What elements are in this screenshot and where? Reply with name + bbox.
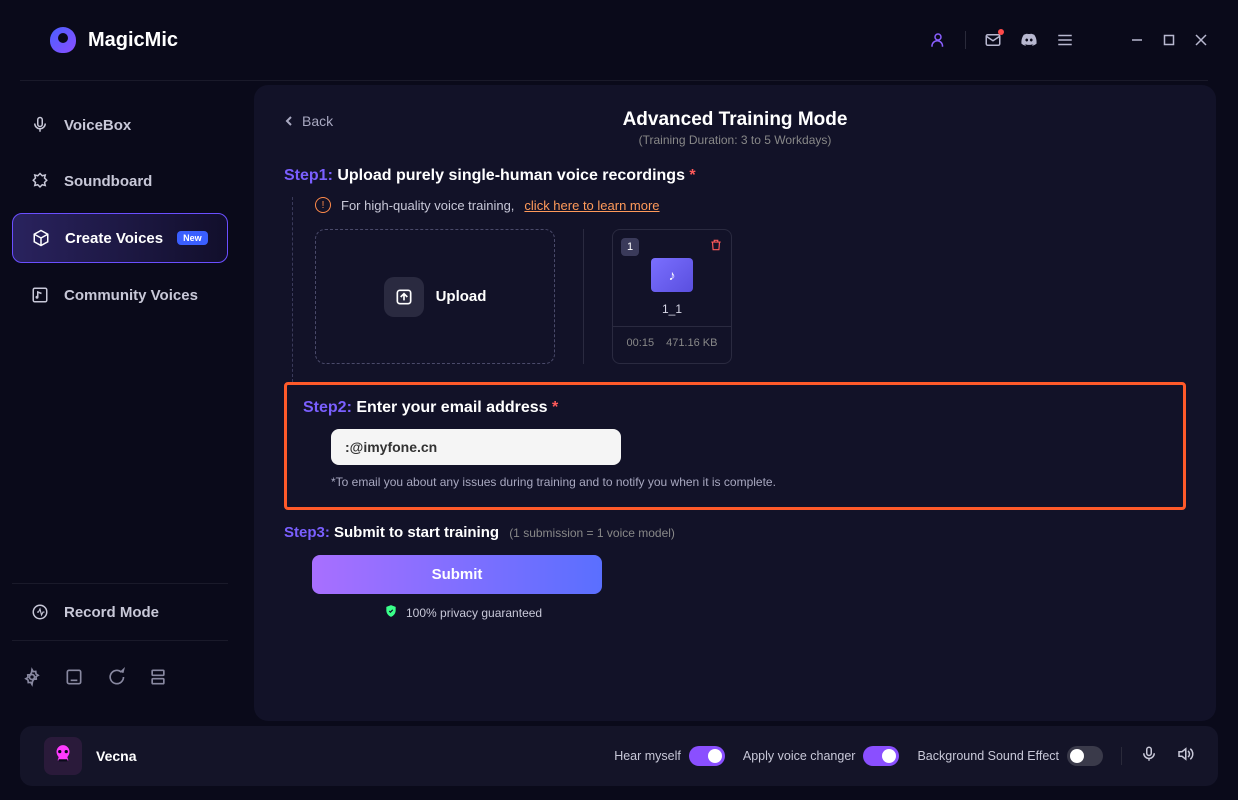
discord-icon[interactable] [1020,31,1038,49]
privacy-note: 100% privacy guaranteed [384,604,1186,621]
upload-row: Upload 1 1_1 00:15 471.16 KB [315,229,1186,364]
close-button[interactable] [1194,33,1208,47]
file-index: 1 [621,238,639,256]
main-panel: Back Advanced Training Mode (Training Du… [254,85,1216,721]
notification-dot [998,29,1004,35]
step3-prefix: Step3: [284,524,334,541]
menu-icon[interactable] [1056,31,1074,49]
email-note: *To email you about any issues during tr… [331,475,1167,489]
panel-subtitle: (Training Duration: 3 to 5 Workdays) [284,133,1186,147]
notes-icon[interactable] [64,667,84,687]
logo-icon [50,27,76,53]
sidebar-item-community-voices[interactable]: Community Voices [12,271,228,319]
upload-icon [384,277,424,317]
new-badge: New [177,231,208,245]
sidebar-item-record-mode[interactable]: Record Mode [12,588,228,636]
required-marker: * [552,399,558,416]
bottombar: Vecna Hear myself Apply voice changer Ba… [20,726,1218,786]
cube-icon [31,228,51,248]
step1-title: Step1: Upload purely single-human voice … [284,167,1186,185]
file-thumbnail-icon [651,258,693,292]
mic-icon[interactable] [1140,745,1158,768]
hear-myself-label: Hear myself [614,749,681,763]
panel-title: Advanced Training Mode [284,109,1186,131]
sidebar-item-label: Soundboard [64,173,152,190]
sidebar-item-create-voices[interactable]: Create Voices New [12,213,228,263]
maximize-button[interactable] [1162,33,1176,47]
logo-area: MagicMic [50,27,178,53]
hear-myself-group: Hear myself [614,746,725,766]
user-icon[interactable] [929,31,947,49]
back-button[interactable]: Back [284,113,333,129]
panel-header: Back Advanced Training Mode (Training Du… [284,109,1186,147]
apply-voice-changer-label: Apply voice changer [743,749,856,763]
record-icon [30,602,50,622]
step3-text: Submit to start training [334,524,499,541]
file-card: 1 1_1 00:15 471.16 KB [612,229,732,364]
sidebar: VoiceBox Soundboard Create Voices New Co… [0,81,240,721]
sidebar-item-soundboard[interactable]: Soundboard [12,157,228,205]
file-meta: 00:15 471.16 KB [613,326,731,349]
chat-icon[interactable] [106,667,126,687]
step3-title: Step3: Submit to start training (1 submi… [284,524,1186,541]
sidebar-item-label: Create Voices [65,230,163,247]
topbar-right [929,31,1208,49]
submit-button[interactable]: Submit [312,555,602,594]
divider [965,31,966,49]
topbar: MagicMic [0,0,1238,80]
step2-highlight: Step2: Enter your email address * *To em… [284,382,1186,510]
hear-myself-toggle[interactable] [689,746,725,766]
step2-title: Step2: Enter your email address * [303,399,1167,417]
file-name: 1_1 [621,302,723,316]
back-label: Back [302,113,333,129]
upload-divider [583,229,584,364]
sidebar-item-label: VoiceBox [64,117,131,134]
settings-icon[interactable] [22,667,42,687]
soundboard-icon [30,171,50,191]
file-size: 471.16 KB [666,337,717,349]
sidebar-item-label: Community Voices [64,287,198,304]
step1-prefix: Step1: [284,167,337,184]
required-marker: * [689,167,695,184]
speaker-icon[interactable] [1176,745,1194,768]
apply-voice-changer-group: Apply voice changer [743,746,900,766]
sidebar-item-voicebox[interactable]: VoiceBox [12,101,228,149]
step2-prefix: Step2: [303,399,356,416]
server-icon[interactable] [148,667,168,687]
exclaim-icon: ! [315,197,331,213]
bg-sound-label: Background Sound Effect [917,749,1059,763]
step2-text: Enter your email address [356,399,552,416]
file-delete-button[interactable] [709,238,723,255]
upload-box[interactable]: Upload [315,229,555,364]
bg-sound-toggle[interactable] [1067,746,1103,766]
apply-voice-changer-toggle[interactable] [863,746,899,766]
app-title: MagicMic [88,29,178,52]
quality-hint: ! For high-quality voice training, click… [315,197,1186,213]
shield-icon [384,604,398,621]
bottombar-right: Hear myself Apply voice changer Backgrou… [614,745,1194,768]
voice-avatar[interactable] [44,737,82,775]
step1-text: Upload purely single-human voice recordi… [337,167,689,184]
email-input[interactable] [331,429,621,465]
bg-sound-group: Background Sound Effect [917,746,1103,766]
voice-name: Vecna [96,748,136,764]
music-note-icon [30,285,50,305]
step3-note: (1 submission = 1 voice model) [509,526,675,540]
privacy-text: 100% privacy guaranteed [406,606,542,620]
upload-label: Upload [436,288,487,305]
mail-icon[interactable] [984,31,1002,49]
sidebar-icons-row [12,653,228,701]
sidebar-item-label: Record Mode [64,604,159,621]
minimize-button[interactable] [1130,33,1144,47]
hint-prefix: For high-quality voice training, [341,198,514,213]
microphone-icon [30,115,50,135]
step1-body: ! For high-quality voice training, click… [292,197,1186,382]
divider [1121,747,1122,765]
file-duration: 00:15 [627,337,655,349]
learn-more-link[interactable]: click here to learn more [524,198,659,213]
